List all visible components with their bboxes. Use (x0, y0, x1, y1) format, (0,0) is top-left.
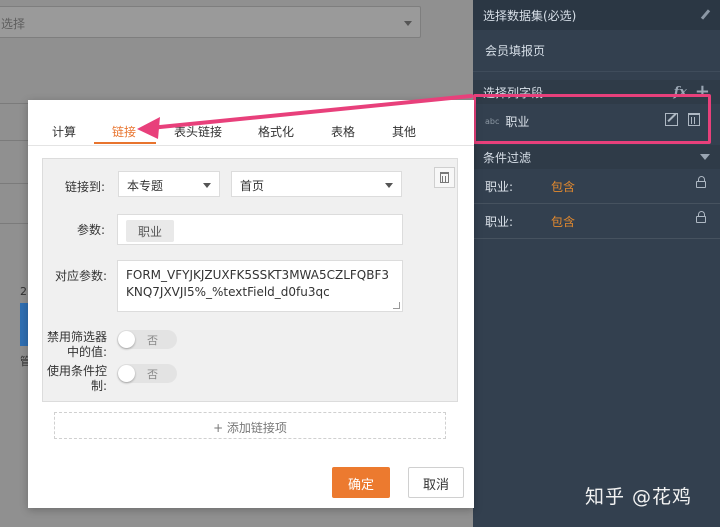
use-condition-label: 使用条件控 制: (47, 364, 107, 394)
disable-filter-label-line1: 禁用筛选器 (47, 330, 108, 344)
confirm-button[interactable]: 确定 (332, 467, 390, 498)
link-dialog: 计算 链接 表头链接 格式化 表格 其他 链接到: 本专题 首页 参数: 职业 … (28, 100, 474, 508)
disable-filter-toggle[interactable]: 否 (117, 330, 177, 349)
link-target-value: 本专题 (127, 179, 164, 193)
disable-filter-label: 禁用筛选器 中的值: (47, 330, 107, 360)
use-condition-label-line1: 使用条件控 (47, 364, 108, 378)
background-select: 选择 (0, 6, 421, 38)
background-select-text: 选择 (1, 17, 26, 31)
tab-other[interactable]: 其他 (392, 123, 416, 140)
dialog-tabs: 计算 链接 表头链接 格式化 表格 其他 (28, 100, 474, 146)
background-bar (20, 303, 28, 346)
link-to-label: 链接到: (64, 180, 105, 194)
background-divider (0, 223, 28, 224)
edit-icon[interactable] (665, 113, 678, 126)
tab-header-link[interactable]: 表头链接 (174, 123, 222, 140)
link-page-value: 首页 (240, 179, 265, 193)
watermark: 知乎 @花鸡 (585, 486, 693, 508)
toggle-text: 否 (147, 334, 158, 347)
link-page-select[interactable]: 首页 (231, 171, 402, 197)
dataset-header-title: 选择数据集(必选) (483, 8, 577, 23)
trash-icon (440, 172, 449, 183)
add-link-button[interactable]: + 添加链接项 (54, 412, 446, 439)
filter-key: 职业: (485, 179, 514, 194)
use-condition-toggle[interactable]: 否 (117, 364, 177, 383)
filter-header-title: 条件过滤 (483, 150, 532, 165)
delete-link-button[interactable] (434, 167, 455, 188)
background-axis-label: 2 (20, 285, 27, 298)
params-input[interactable]: 职业 (117, 214, 403, 245)
lock-icon[interactable] (696, 176, 706, 188)
cancel-button[interactable]: 取消 (408, 467, 464, 498)
tab-table[interactable]: 表格 (331, 123, 355, 140)
filter-icon[interactable] (700, 154, 710, 160)
tab-calculate[interactable]: 计算 (52, 123, 76, 140)
background-divider (0, 183, 28, 184)
mapping-label: 对应参数: (54, 269, 107, 283)
dataset-header: 选择数据集(必选) (473, 0, 720, 30)
filter-row[interactable]: 职业: 包含 (473, 169, 720, 204)
param-tag[interactable]: 职业 (126, 220, 175, 242)
right-panel: 选择数据集(必选) 会员填报页 选择列字段 fx + abc 职业 条件过滤 职… (473, 0, 720, 527)
filter-section: 条件过滤 职业: 包含 职业: 包含 (473, 145, 720, 239)
field-name: 职业 (505, 114, 530, 129)
tab-format[interactable]: 格式化 (258, 123, 294, 140)
background-divider (0, 103, 28, 104)
active-tab-indicator (94, 142, 156, 144)
toggle-knob (118, 331, 135, 348)
filter-operator: 包含 (551, 179, 576, 194)
lock-icon[interactable] (696, 211, 706, 223)
column-field-item[interactable]: abc 职业 (473, 95, 712, 147)
toggle-knob (118, 365, 135, 382)
chevron-down-icon (404, 21, 412, 26)
filter-header: 条件过滤 (473, 145, 720, 169)
filter-key: 职业: (485, 214, 514, 229)
link-target-select[interactable]: 本专题 (118, 171, 220, 197)
chevron-down-icon (203, 183, 211, 188)
background-divider (0, 140, 28, 141)
filter-operator: 包含 (551, 214, 576, 229)
trash-icon[interactable] (688, 113, 700, 126)
chevron-down-icon (385, 183, 393, 188)
disable-filter-label-line2: 中的值: (66, 345, 107, 359)
filter-row[interactable]: 职业: 包含 (473, 204, 720, 239)
resize-handle[interactable] (393, 302, 400, 309)
use-condition-label-line2: 制: (90, 379, 107, 393)
tab-link[interactable]: 链接 (112, 123, 136, 140)
mapping-value: FORM_VFYJKJZUXFK5SSKT3MWA5CZLFQBF3KNQ7JX… (126, 268, 390, 299)
field-type-label: abc (485, 116, 500, 126)
dataset-name[interactable]: 会员填报页 (473, 30, 720, 72)
pencil-icon[interactable] (700, 10, 710, 20)
toggle-text: 否 (147, 368, 158, 381)
link-config-panel: 链接到: 本专题 首页 参数: 职业 对应参数: FORM_VFYJKJZUXF… (42, 158, 458, 402)
mapping-textarea[interactable]: FORM_VFYJKJZUXFK5SSKT3MWA5CZLFQBF3KNQ7JX… (117, 260, 403, 312)
params-label: 参数: (76, 223, 105, 237)
